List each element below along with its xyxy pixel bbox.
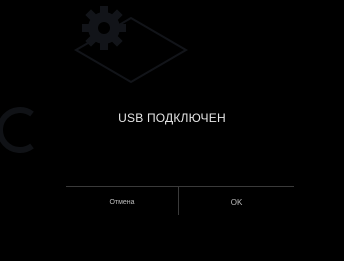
cancel-button[interactable]: Отмена bbox=[66, 188, 178, 218]
device-screen: USB ПОДКЛЮЧЕН Отмена OK bbox=[0, 0, 344, 261]
ok-button[interactable]: OK bbox=[179, 188, 294, 218]
dialog-divider-horizontal bbox=[66, 186, 294, 187]
dialog-message: USB ПОДКЛЮЧЕН bbox=[118, 111, 226, 125]
gear-logo-watermark bbox=[74, 6, 188, 84]
